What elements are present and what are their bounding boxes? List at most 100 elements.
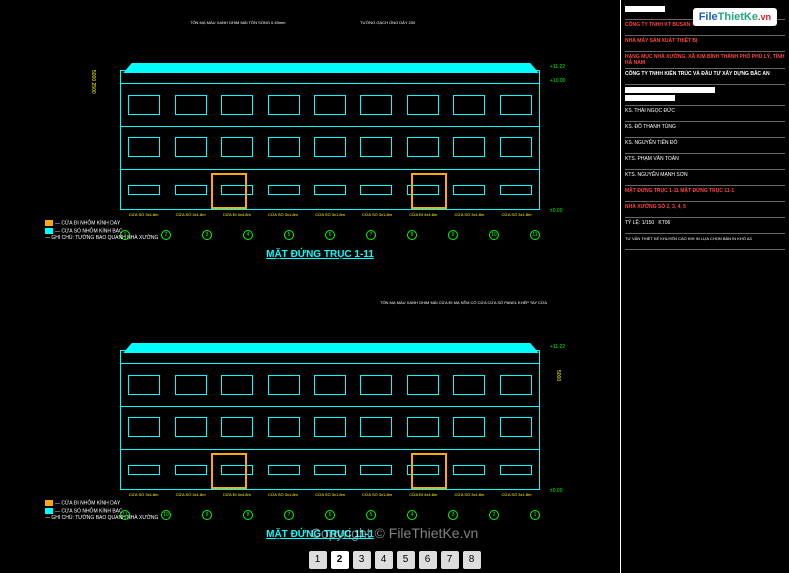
window <box>221 417 253 437</box>
window <box>128 375 160 395</box>
window <box>407 95 439 115</box>
axis-bubble: 7 <box>366 230 376 240</box>
floor-line <box>121 406 539 407</box>
axis-bubble: 8 <box>407 230 417 240</box>
tb-redact-row <box>625 85 785 106</box>
axis-bubble: 10 <box>489 230 499 240</box>
watermark-logo: FileThietKe.vn <box>693 8 777 26</box>
scale-label: TỶ LỆ <box>625 220 639 226</box>
pager-item[interactable]: 5 <box>397 551 415 569</box>
pager-item[interactable]: 4 <box>375 551 393 569</box>
legend-text: — CỬA ĐI NHÔM KÍNH DÀY <box>55 221 120 227</box>
window <box>453 95 485 115</box>
pager-item[interactable]: 7 <box>441 551 459 569</box>
window <box>175 465 207 475</box>
window <box>314 375 346 395</box>
floor-line <box>121 83 539 84</box>
dim: 5000 <box>90 70 96 81</box>
tb-consultant: CÔNG TY TNHH KIẾN TRÚC VÀ ĐẦU TƯ XÂY DỰN… <box>625 69 785 85</box>
tb-role-0: KS. THÁI NGỌC ĐỨC <box>625 106 785 122</box>
pager[interactable]: 1 2 3 4 5 6 7 8 <box>309 551 481 569</box>
window <box>500 375 532 395</box>
axis-bubble: 4 <box>407 510 417 520</box>
label: CỬA ĐI 4x4.8m <box>409 492 437 497</box>
window-row-3 <box>121 456 539 484</box>
pager-item-active[interactable]: 2 <box>331 551 349 569</box>
window-row-1 <box>121 371 539 399</box>
tb-role-1: KS. ĐỖ THANH TÙNG <box>625 122 785 138</box>
axis-bubble: 4 <box>243 230 253 240</box>
axis-bubble: 9 <box>202 510 212 520</box>
callout-roof-left: TÔN MẠ MÀU XANH GHIM MÁI TÔN SÓNG 0.45mm <box>190 20 286 25</box>
label: CỬA SỔ 3x1.8m <box>362 212 392 217</box>
label: CỬA SỔ 3x1.8m <box>315 492 345 497</box>
window <box>407 417 439 437</box>
legend-swatch <box>45 220 53 226</box>
tb-role-4: KTS. NGUYỄN MẠNH SƠN <box>625 170 785 186</box>
floor-line <box>121 169 539 170</box>
window <box>175 137 207 157</box>
label: CỬA SỔ 3x1.8m <box>268 492 298 497</box>
dim: 2500 <box>90 83 96 94</box>
legend-text: — CỬA SỔ NHÔM KÍNH BẠC <box>55 508 123 514</box>
dims-right: 5000 <box>555 370 561 381</box>
label: CỬA SỔ 3x1.8m <box>176 492 206 497</box>
under-labels: CỬA SỔ 3x1.8m CỬA SỔ 3x1.8m CỬA ĐI 4x4.8m C… <box>120 212 540 217</box>
window <box>360 375 392 395</box>
window-row-2 <box>121 133 539 161</box>
window <box>268 417 300 437</box>
door <box>211 173 247 209</box>
legend: — CỬA ĐI NHÔM KÍNH DÀY — CỬA SỔ NHÔM KÍN… <box>45 500 158 522</box>
window <box>360 417 392 437</box>
tb-role-2: KS. NGUYỄN TIẾN ĐÔ <box>625 138 785 154</box>
roof <box>119 343 543 353</box>
watermark-text: Copyright © FileThietKe.vn <box>311 525 479 541</box>
callout-wall: TƯỜNG GẠCH ỐNG DÀY 200 <box>360 20 415 25</box>
dims-left: 5000 2500 <box>90 70 96 94</box>
scale-value: 1/150 <box>642 220 655 226</box>
window-row-3 <box>121 176 539 204</box>
label: CỬA SỔ 3x1.8m <box>129 212 159 217</box>
pager-item[interactable]: 3 <box>353 551 371 569</box>
axis-bubble: 2 <box>161 230 171 240</box>
window <box>128 417 160 437</box>
window <box>221 137 253 157</box>
legend-text: — CỬA ĐI NHÔM KÍNH DÀY <box>55 501 120 507</box>
under-labels: CỬA SỔ 3x1.8m CỬA SỔ 3x1.8m CỬA ĐI 4x4.8m C… <box>120 492 540 497</box>
sheet-no: KT06 <box>658 220 670 226</box>
axis-bubble: 3 <box>448 510 458 520</box>
pager-item[interactable]: 8 <box>463 551 481 569</box>
legend-text: — CỬA SỔ NHÔM KÍNH BẠC <box>55 228 123 234</box>
label: CỬA ĐI 4x4.8m <box>409 212 437 217</box>
axis-bubble: 10 <box>161 510 171 520</box>
window <box>268 185 300 195</box>
view-title: MẶT ĐỨNG TRỤC 1-11 <box>266 249 374 260</box>
tb-drawing-title: MẶT ĐỨNG TRỤC 1-11 MẶT ĐỨNG TRỤC 11-1 <box>625 186 785 202</box>
tb-project: NHÀ MÁY SẢN XUẤT THIẾT BỊ <box>625 36 785 52</box>
window <box>453 137 485 157</box>
drawing-canvas: TÔN MẠ MÀU XANH GHIM MÁI TÔN SÓNG 0.45mm… <box>0 0 620 573</box>
building-outline <box>120 70 540 210</box>
pager-item[interactable]: 6 <box>419 551 437 569</box>
window <box>268 95 300 115</box>
window <box>268 137 300 157</box>
window <box>360 95 392 115</box>
axis-bubble: 9 <box>448 230 458 240</box>
window <box>268 375 300 395</box>
window-row-1 <box>121 91 539 119</box>
window <box>453 417 485 437</box>
redaction <box>625 6 665 12</box>
window <box>128 95 160 115</box>
window <box>500 95 532 115</box>
axis-bubble: 11 <box>530 230 540 240</box>
axis-bubble: 2 <box>489 510 499 520</box>
legend-swatch <box>45 508 53 514</box>
logo-suffix: .vn <box>758 12 771 22</box>
dim: 5000 <box>555 370 561 381</box>
pager-item[interactable]: 1 <box>309 551 327 569</box>
redaction <box>625 95 675 101</box>
tb-role-3: KTS. PHẠM VĂN TOÀN <box>625 154 785 170</box>
window <box>500 417 532 437</box>
label: CỬA SỔ 3x1.8m <box>362 492 392 497</box>
label: CỬA SỔ 3x1.8m <box>176 212 206 217</box>
